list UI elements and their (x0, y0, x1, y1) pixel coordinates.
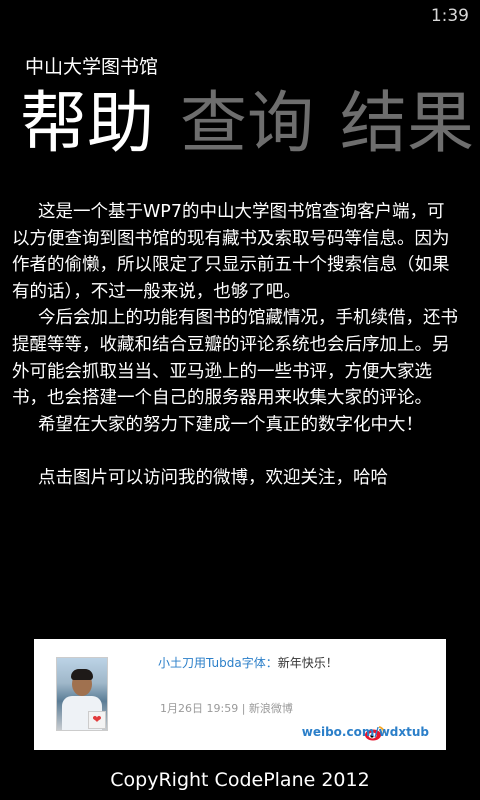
status-bar: 1:39 (0, 0, 480, 32)
help-text: 这是一个基于WP7的中山大学图书馆查询客户端，可以方便查询到图书馆的现有藏书及索… (12, 199, 458, 492)
weibo-meta: 1月26日 19:59 | 新浪微博 (160, 702, 293, 715)
weibo-message: 新年快乐！ (277, 656, 338, 670)
help-paragraph: 这是一个基于WP7的中山大学图书馆查询客户端，可以方便查询到图书馆的现有藏书及索… (12, 202, 450, 302)
clock: 1:39 (430, 6, 469, 26)
help-paragraph: 今后会加上的功能有图书的馆藏情况，手机续借，还书提醒等等，收藏和结合豆瓣的评论系… (12, 308, 458, 409)
app-title: 中山大学图书馆 (25, 56, 159, 78)
pivot-tab-results[interactable]: 结果 (340, 78, 474, 168)
avatar-hair (71, 669, 93, 680)
weibo-post: 小土刀用Tubda字体：新年快乐！ (158, 654, 338, 671)
help-paragraph: 希望在大家的努力下建成一个真正的数字化中大！ (38, 414, 423, 435)
footer-copyright: CopyRight CodePlane 2012 (110, 769, 370, 791)
pivot-header: 帮助 查询 结果 (20, 78, 480, 168)
weibo-card[interactable]: ❤ 小土刀用Tubda字体：新年快乐！ 1月26日 19:59 | 新浪微博 w… (34, 639, 446, 750)
weibo-link-hint: 点击图片可以访问我的微博，欢迎关注，哈哈 (38, 467, 388, 488)
avatar: ❤ (56, 657, 108, 731)
weibo-username: 小土刀用Tubda字体： (158, 656, 278, 670)
pivot-tab-search[interactable]: 查询 (180, 78, 314, 168)
heart-icon: ❤ (88, 711, 106, 729)
weibo-url[interactable]: weibo.com/wdxtub (302, 725, 429, 739)
pivot-tab-help[interactable]: 帮助 (20, 78, 154, 168)
